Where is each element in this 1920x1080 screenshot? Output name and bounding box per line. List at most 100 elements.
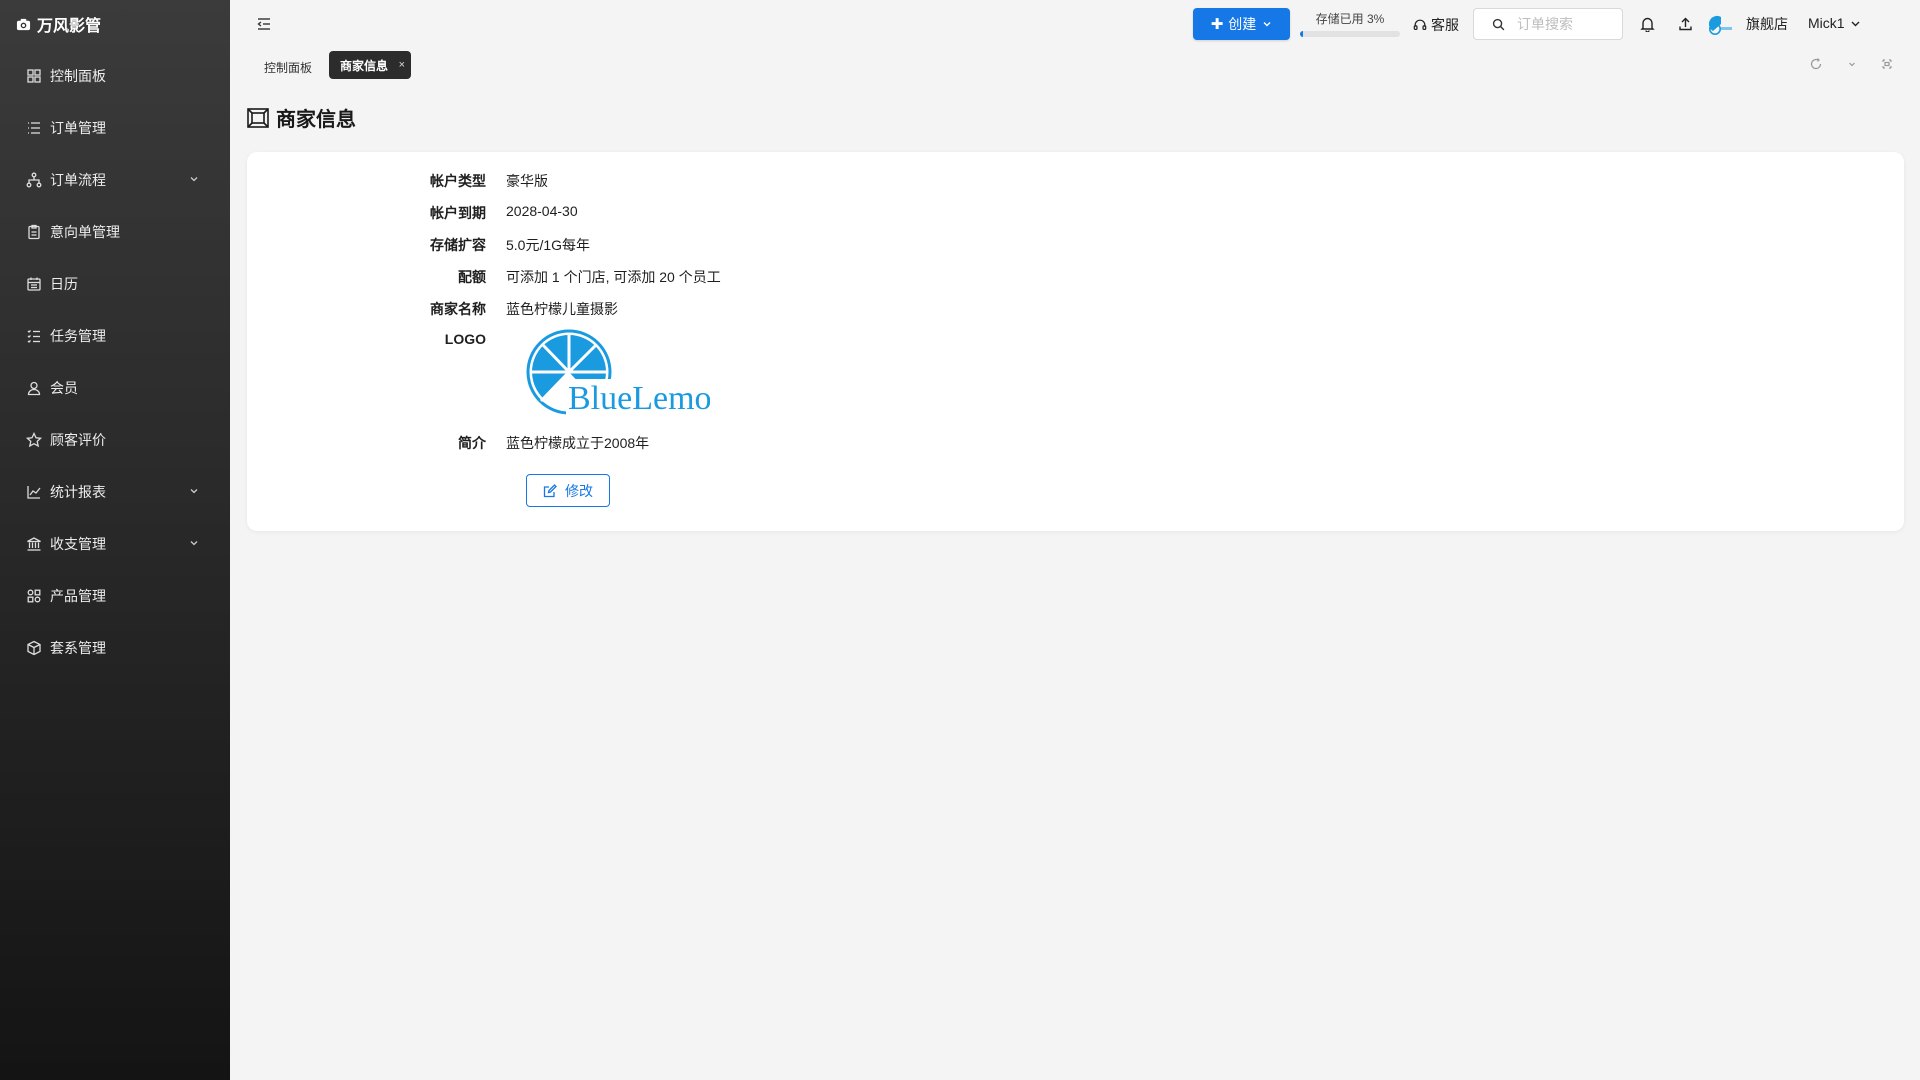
user-name: Mick1: [1808, 15, 1845, 31]
store-switcher[interactable]: 旗舰店: [1709, 13, 1788, 35]
sidebar-item-reviews[interactable]: 顾客评价: [0, 414, 230, 466]
user-icon: [27, 381, 41, 396]
storage-progress: [1300, 31, 1400, 37]
storage-label: 存储已用 3%: [1315, 12, 1385, 26]
field-label: 帐户到期: [430, 205, 486, 221]
plus-icon: ✚: [1210, 16, 1224, 33]
sidebar-item-calendar[interactable]: 日历: [0, 258, 230, 310]
search-input[interactable]: [1517, 16, 1607, 32]
clipboard-icon: [28, 224, 40, 240]
sidebar-item-orders[interactable]: 订单管理: [0, 102, 230, 154]
field-merchant-name: 商家名称 蓝色柠檬儿童摄影: [247, 299, 618, 319]
storage-indicator[interactable]: 存储已用 3%: [1300, 10, 1400, 37]
store-label: 旗舰店: [1746, 16, 1788, 32]
sidebar-item-order-flow[interactable]: 订单流程: [0, 154, 230, 206]
close-icon[interactable]: ×: [399, 59, 405, 71]
bell-icon[interactable]: [1640, 16, 1655, 32]
create-button[interactable]: ✚ 创建: [1193, 8, 1290, 40]
customer-service-link[interactable]: 客服: [1413, 15, 1459, 35]
sidebar: 万风影管 控制面板 订单管理 订单流程 意向单管理 日历 任务管理 会员 顾客评…: [0, 0, 230, 1080]
user-menu[interactable]: Mick1: [1808, 15, 1861, 31]
sidebar-item-members[interactable]: 会员: [0, 362, 230, 414]
tab-label: 控制面板: [264, 60, 313, 75]
field-logo: LOGO: [247, 331, 506, 347]
merchant-info-card: 帐户类型 豪华版 帐户到期 2028-04-30 存储扩容 5.0元/1G每年 …: [247, 152, 1904, 531]
sidebar-item-products[interactable]: 产品管理: [0, 570, 230, 622]
topbar: ✚ 创建 存储已用 3% 客服 旗舰店 Mick1: [230, 0, 1920, 48]
chevron-down-icon: [190, 177, 198, 182]
order-search[interactable]: [1473, 8, 1623, 40]
field-intro: 简介 蓝色柠檬成立于2008年: [247, 433, 649, 453]
sidebar-item-label: 订单管理: [50, 120, 106, 136]
app-name: 万风影管: [37, 18, 102, 35]
sidebar-item-label: 控制面板: [50, 68, 106, 84]
chevron-down-icon: [1851, 21, 1860, 26]
sidebar-item-label: 日历: [50, 276, 78, 292]
sidebar-item-label: 意向单管理: [50, 224, 120, 240]
sidebar-item-label: 顾客评价: [50, 432, 106, 448]
edit-icon: [543, 483, 557, 497]
chevron-down-icon[interactable]: [1845, 57, 1859, 71]
grid-icon: [27, 69, 41, 83]
field-label: 商家名称: [430, 301, 486, 317]
create-label: 创建: [1228, 16, 1257, 32]
sidebar-item-label: 套系管理: [50, 640, 106, 656]
merchant-logo: BlueLemon: [526, 329, 710, 417]
sidebar-item-intent-orders[interactable]: 意向单管理: [0, 206, 230, 258]
box-icon: [27, 640, 41, 656]
camera-icon: [16, 18, 31, 30]
field-value: 蓝色柠檬成立于2008年: [506, 435, 650, 451]
frame-icon: [247, 107, 269, 128]
refresh-icon[interactable]: [1809, 57, 1823, 71]
tab-label: 商家信息: [340, 58, 389, 73]
sidebar-item-label: 收支管理: [50, 536, 106, 552]
fullscreen-icon[interactable]: [1880, 57, 1894, 71]
chart-icon: [27, 486, 41, 499]
storage-progress-fill: [1300, 31, 1303, 37]
tab-dashboard[interactable]: 控制面板: [254, 54, 322, 80]
headset-icon: [1413, 19, 1427, 30]
apps-icon: [27, 589, 41, 603]
field-label: 存储扩容: [430, 237, 486, 253]
sidebar-item-reports[interactable]: 统计报表: [0, 466, 230, 518]
field-expiry: 帐户到期 2028-04-30: [247, 203, 578, 223]
flow-icon: [26, 172, 42, 188]
sidebar-item-label: 任务管理: [50, 328, 106, 344]
sidebar-item-dashboard[interactable]: 控制面板: [0, 50, 230, 102]
field-value: 可添加 1 个门店, 可添加 20 个员工: [506, 269, 721, 285]
calendar-icon: [27, 277, 41, 291]
page-title-text: 商家信息: [276, 109, 356, 131]
sidebar-item-finance[interactable]: 收支管理: [0, 518, 230, 570]
bank-icon: [27, 537, 41, 551]
store-logo-icon: [1709, 15, 1732, 35]
star-icon: [26, 432, 42, 448]
tab-merchant-info[interactable]: 商家信息 ×: [329, 51, 411, 79]
chevron-down-icon: [190, 489, 198, 494]
sidebar-item-tasks[interactable]: 任务管理: [0, 310, 230, 362]
search-icon: [1492, 18, 1505, 30]
list-icon: [28, 122, 40, 134]
field-label: 简介: [458, 435, 486, 451]
field-account-type: 帐户类型 豪华版: [247, 171, 548, 191]
sidebar-item-label: 统计报表: [50, 484, 106, 500]
sidebar-item-label: 产品管理: [50, 588, 106, 604]
field-value: 豪华版: [506, 173, 548, 189]
logo-text: BlueLemon: [568, 380, 710, 417]
field-storage: 存储扩容 5.0元/1G每年: [247, 235, 590, 255]
field-quota: 配额 可添加 1 个门店, 可添加 20 个员工: [247, 267, 721, 287]
field-value: 2028-04-30: [506, 203, 578, 219]
field-label: 配额: [458, 269, 486, 285]
menu-collapse-icon[interactable]: [256, 16, 272, 32]
service-label: 客服: [1431, 17, 1459, 33]
edit-label: 修改: [565, 482, 593, 499]
page-title: 商家信息: [246, 103, 356, 132]
brand[interactable]: 万风影管: [0, 0, 230, 48]
tasks-icon: [27, 330, 40, 343]
field-label: 帐户类型: [430, 173, 486, 189]
edit-button[interactable]: 修改: [526, 474, 610, 507]
upload-icon[interactable]: [1678, 16, 1693, 32]
field-label: LOGO: [444, 331, 486, 347]
sidebar-item-packages[interactable]: 套系管理: [0, 622, 230, 674]
field-value: 5.0元/1G每年: [506, 237, 591, 253]
sidebar-item-label: 订单流程: [50, 172, 106, 188]
